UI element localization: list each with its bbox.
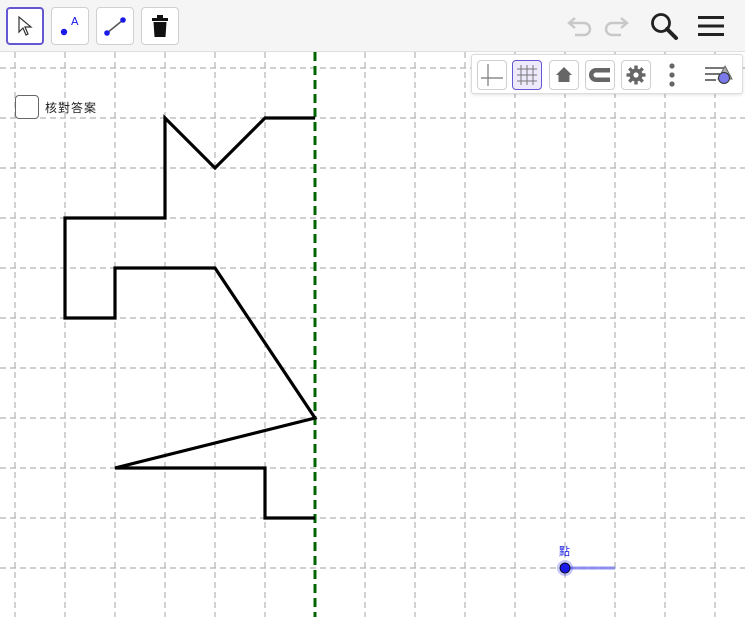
check-answer-checkbox[interactable]: 核對答案 xyxy=(15,94,97,120)
home-icon xyxy=(556,67,572,82)
magnet-icon xyxy=(589,68,610,82)
point-label: 點 xyxy=(559,545,570,558)
segment-icon xyxy=(104,17,126,36)
more-options-button[interactable] xyxy=(662,60,682,90)
move-tool-button[interactable] xyxy=(6,7,44,45)
redo-button[interactable] xyxy=(599,10,633,42)
undo-button[interactable] xyxy=(563,10,597,42)
redo-icon xyxy=(604,17,629,37)
segment-tool-button[interactable] xyxy=(96,7,134,45)
algebra-view-toggle-button[interactable] xyxy=(700,60,738,90)
point-tool-button[interactable]: A xyxy=(51,7,89,45)
grid-toggle-button[interactable] xyxy=(512,60,542,90)
undo-icon xyxy=(567,17,592,37)
point-tool-glyph: A xyxy=(71,15,79,28)
cursor-arrow-icon xyxy=(18,15,33,36)
point-a-icon: A xyxy=(60,15,79,36)
vertical-dots-icon xyxy=(669,63,675,87)
top-toolbar: A xyxy=(0,0,745,52)
graphics-settings-button[interactable] xyxy=(621,60,651,90)
axes-icon xyxy=(481,64,503,86)
checkbox-label: 核對答案 xyxy=(45,100,98,115)
grid-lines xyxy=(0,52,745,617)
standard-view-button[interactable] xyxy=(549,60,579,90)
delete-tool-button[interactable] xyxy=(141,7,179,45)
menu-icon xyxy=(698,16,724,36)
algebra-shapes-icon xyxy=(705,64,733,84)
search-button[interactable] xyxy=(647,10,681,42)
movable-point[interactable] xyxy=(559,562,571,574)
gear-icon xyxy=(626,65,646,85)
axes-toggle-button[interactable] xyxy=(477,60,507,90)
point-capturing-button[interactable] xyxy=(585,60,615,90)
main-menu-button[interactable] xyxy=(694,10,728,42)
graphics-style-bar xyxy=(471,54,743,94)
graphics-view[interactable] xyxy=(0,52,745,617)
trash-icon xyxy=(152,15,168,37)
grid-icon xyxy=(517,65,537,85)
search-icon xyxy=(651,13,678,40)
checkbox-box[interactable] xyxy=(15,95,39,119)
